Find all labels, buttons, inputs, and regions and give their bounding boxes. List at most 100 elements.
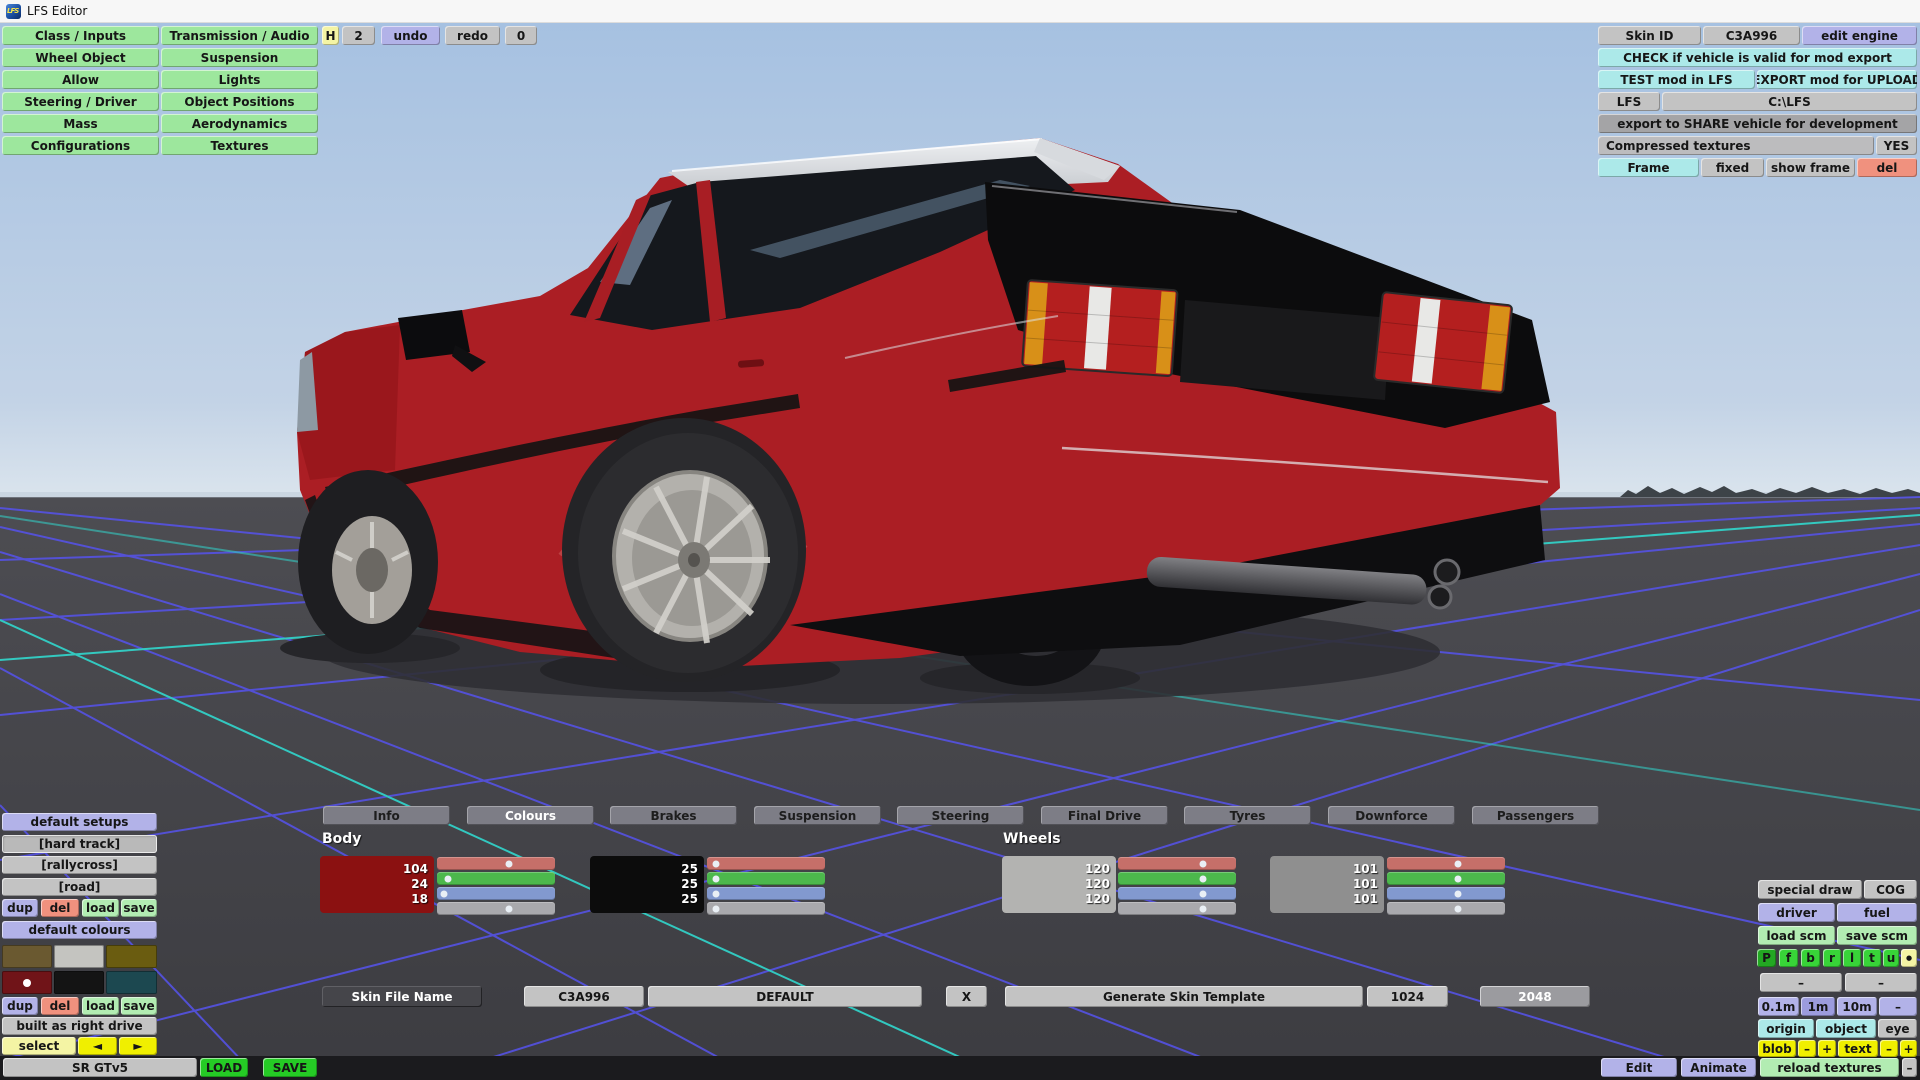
frame-del-button[interactable]: del: [1857, 158, 1917, 177]
right-drive-toggle[interactable]: built as right drive: [2, 1017, 157, 1035]
show-frame-button[interactable]: show frame: [1766, 158, 1855, 177]
menu-allow[interactable]: Allow: [2, 70, 159, 89]
slider-handle[interactable]: [713, 890, 720, 897]
setup-load-button[interactable]: load: [82, 899, 119, 917]
prev-arrow-button[interactable]: ◄: [78, 1037, 117, 1055]
flag-dot-button[interactable]: ●: [1901, 949, 1917, 967]
lfs-path[interactable]: C:\LFS: [1662, 92, 1917, 111]
colour-preset-4-selected[interactable]: [2, 971, 52, 994]
colour-preset-6[interactable]: [106, 971, 157, 994]
setup-dup-button[interactable]: dup: [2, 899, 38, 917]
reload-textures-button[interactable]: reload textures: [1760, 1058, 1899, 1077]
slider-handle[interactable]: [505, 905, 512, 912]
flag-r-button[interactable]: r: [1823, 949, 1841, 967]
colour-preset-2[interactable]: [54, 945, 104, 968]
tab-tyres[interactable]: Tyres: [1184, 806, 1311, 825]
skin-id-label[interactable]: Skin ID: [1598, 26, 1701, 45]
menu-textures[interactable]: Textures: [161, 136, 318, 155]
test-mod-button[interactable]: TEST mod in LFS: [1598, 70, 1755, 89]
slider-handle[interactable]: [713, 875, 720, 882]
body2-green-slider[interactable]: [707, 872, 825, 885]
load-scm-button[interactable]: load scm: [1758, 926, 1835, 945]
flag-u-button[interactable]: u: [1883, 949, 1899, 967]
menu-wheel-object[interactable]: Wheel Object: [2, 48, 159, 67]
export-share-button[interactable]: export to SHARE vehicle for development: [1598, 114, 1917, 133]
blob-button[interactable]: blob: [1758, 1040, 1796, 1057]
setup-hard-track[interactable]: [hard track]: [2, 835, 157, 853]
wheels2-blue-slider[interactable]: [1387, 887, 1505, 900]
colour-preset-1[interactable]: [2, 945, 52, 968]
fuel-button[interactable]: fuel: [1837, 903, 1917, 922]
slider-handle[interactable]: [1199, 875, 1206, 882]
setup-rallycross[interactable]: [rallycross]: [2, 856, 157, 874]
dash-button-b[interactable]: –: [1845, 973, 1917, 992]
flag-l-button[interactable]: l: [1843, 949, 1861, 967]
compressed-textures-toggle[interactable]: YES: [1876, 136, 1917, 155]
tab-passengers[interactable]: Passengers: [1472, 806, 1599, 825]
menu-suspension[interactable]: Suspension: [161, 48, 318, 67]
grid-scale-1m-button[interactable]: 1m: [1801, 997, 1835, 1016]
setup-road[interactable]: [road]: [2, 878, 157, 896]
slider-handle[interactable]: [1454, 890, 1461, 897]
redo-button[interactable]: redo: [445, 26, 500, 45]
edit-mode-button[interactable]: Edit: [1601, 1058, 1677, 1077]
wheels1-green-slider[interactable]: [1118, 872, 1236, 885]
tab-suspension[interactable]: Suspension: [754, 806, 881, 825]
slider-handle[interactable]: [444, 875, 451, 882]
tab-info[interactable]: Info: [323, 806, 450, 825]
dash-button-a[interactable]: –: [1760, 973, 1842, 992]
save-button[interactable]: SAVE: [263, 1058, 317, 1077]
menu-mass[interactable]: Mass: [2, 114, 159, 133]
menu-configurations[interactable]: Configurations: [2, 136, 159, 155]
view-object-button[interactable]: object: [1816, 1019, 1876, 1038]
save-scm-button[interactable]: save scm: [1837, 926, 1917, 945]
viewport-3d[interactable]: [0, 22, 1920, 1080]
slider-handle[interactable]: [1199, 905, 1206, 912]
load-button[interactable]: LOAD: [200, 1058, 248, 1077]
flag-p-button[interactable]: P: [1757, 949, 1776, 967]
slider-handle[interactable]: [441, 890, 448, 897]
menu-aerodynamics[interactable]: Aerodynamics: [161, 114, 318, 133]
colour-del-button[interactable]: del: [41, 997, 79, 1015]
body1-bright-slider[interactable]: [437, 902, 555, 915]
colour-save-button[interactable]: save: [121, 997, 157, 1015]
history-h-button[interactable]: H: [322, 26, 339, 45]
menu-steering-driver[interactable]: Steering / Driver: [2, 92, 159, 111]
wheels1-red-slider[interactable]: [1118, 857, 1236, 870]
colour-preset-5[interactable]: [54, 971, 104, 994]
text-button[interactable]: text: [1838, 1040, 1878, 1057]
tab-downforce[interactable]: Downforce: [1328, 806, 1455, 825]
tab-brakes[interactable]: Brakes: [610, 806, 737, 825]
slider-handle[interactable]: [1454, 860, 1461, 867]
body2-blue-slider[interactable]: [707, 887, 825, 900]
view-eye-button[interactable]: eye: [1878, 1019, 1917, 1038]
flag-t-button[interactable]: t: [1863, 949, 1881, 967]
frame-button[interactable]: Frame: [1598, 158, 1699, 177]
colour-dup-button[interactable]: dup: [2, 997, 38, 1015]
body2-red-slider[interactable]: [707, 857, 825, 870]
grid-scale-dash-button[interactable]: –: [1879, 997, 1917, 1016]
wheels1-blue-slider[interactable]: [1118, 887, 1236, 900]
blob-plus-button[interactable]: +: [1818, 1040, 1836, 1057]
special-draw-button[interactable]: special draw: [1758, 880, 1862, 899]
frame-fixed-button[interactable]: fixed: [1701, 158, 1764, 177]
animate-mode-button[interactable]: Animate: [1681, 1058, 1756, 1077]
cog-button[interactable]: COG: [1864, 880, 1917, 899]
wheels2-red-slider[interactable]: [1387, 857, 1505, 870]
tab-colours[interactable]: Colours: [467, 806, 594, 825]
undo-button[interactable]: undo: [381, 26, 440, 45]
slider-handle[interactable]: [1454, 875, 1461, 882]
skin-id-value[interactable]: C3A996: [1703, 26, 1800, 45]
default-colours-header[interactable]: default colours: [2, 921, 157, 939]
grid-scale-10m-button[interactable]: 10m: [1837, 997, 1877, 1016]
setup-del-button[interactable]: del: [41, 899, 79, 917]
view-origin-button[interactable]: origin: [1758, 1019, 1814, 1038]
tab-final-drive[interactable]: Final Drive: [1041, 806, 1168, 825]
driver-button[interactable]: driver: [1758, 903, 1835, 922]
colour-load-button[interactable]: load: [82, 997, 119, 1015]
default-setups-header[interactable]: default setups: [2, 813, 157, 831]
body1-blue-slider[interactable]: [437, 887, 555, 900]
select-button[interactable]: select: [2, 1037, 76, 1055]
slider-handle[interactable]: [1199, 860, 1206, 867]
text-minus-button[interactable]: –: [1880, 1040, 1898, 1057]
